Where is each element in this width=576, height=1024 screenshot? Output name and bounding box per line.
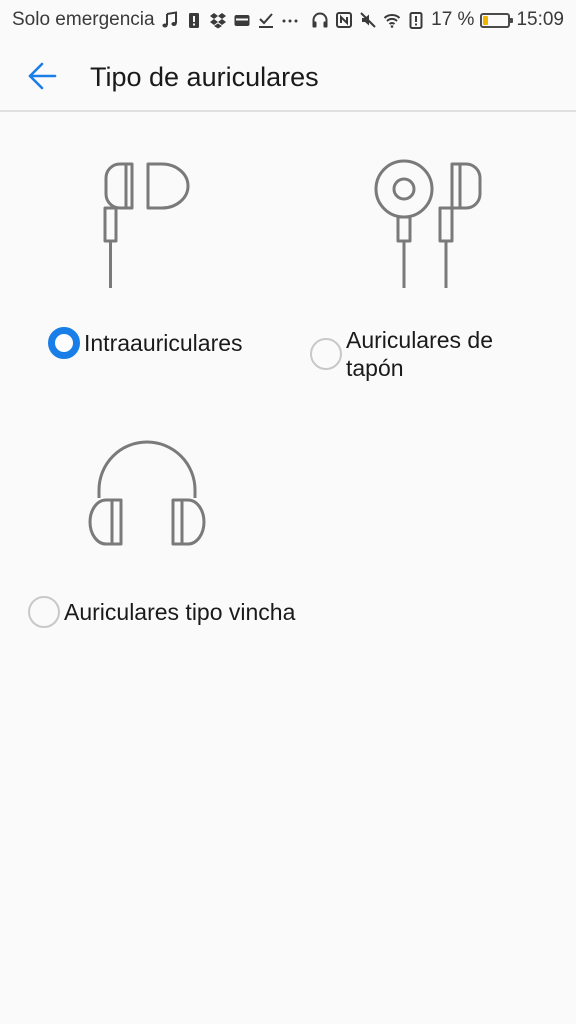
arrow-left-icon <box>28 62 57 90</box>
nfc-icon <box>336 12 353 28</box>
battery-percent: 17 % <box>431 9 475 30</box>
app-bar: Tipo de auriculares <box>0 40 576 112</box>
headband-headphones-icon <box>88 440 206 546</box>
in-ear-earphones-icon <box>103 162 190 288</box>
radio-headband[interactable] <box>28 596 60 628</box>
music-icon <box>161 11 177 28</box>
status-left: Solo emergencia <box>12 9 299 31</box>
battery-icon <box>480 12 514 28</box>
carrier-label: Solo emergencia <box>12 9 155 30</box>
earbud-earphones-icon <box>374 159 482 288</box>
page-title: Tipo de auriculares <box>90 62 319 92</box>
back-button[interactable] <box>22 56 62 96</box>
radio-earbud[interactable] <box>310 338 342 370</box>
option-in-ear[interactable]: Intraauriculares <box>0 140 288 400</box>
battery-alert-icon <box>409 12 423 29</box>
radio-in-ear[interactable] <box>48 327 80 359</box>
option-headband[interactable]: Auriculares tipo vincha <box>0 420 340 640</box>
option-label-in-ear: Intraauriculares <box>84 330 243 356</box>
status-right: 17 % 15:09 <box>311 9 564 31</box>
card-icon <box>234 15 250 26</box>
check-icon <box>258 13 273 28</box>
headphones-icon <box>312 12 328 28</box>
clock: 15:09 <box>516 9 564 30</box>
alert-icon <box>188 13 199 28</box>
status-bar: Solo emergencia 17 % 15:09 <box>0 0 576 40</box>
option-label-earbud: Auriculares de tapón <box>346 327 494 381</box>
battery-level-fill <box>483 15 488 25</box>
dropbox-icon <box>209 13 226 29</box>
option-earbud[interactable]: Auriculares de tapón <box>288 140 576 400</box>
option-label-headband: Auriculares tipo vincha <box>64 599 296 625</box>
wifi-icon <box>383 14 401 28</box>
more-icon <box>282 19 298 23</box>
mute-icon <box>360 12 376 28</box>
